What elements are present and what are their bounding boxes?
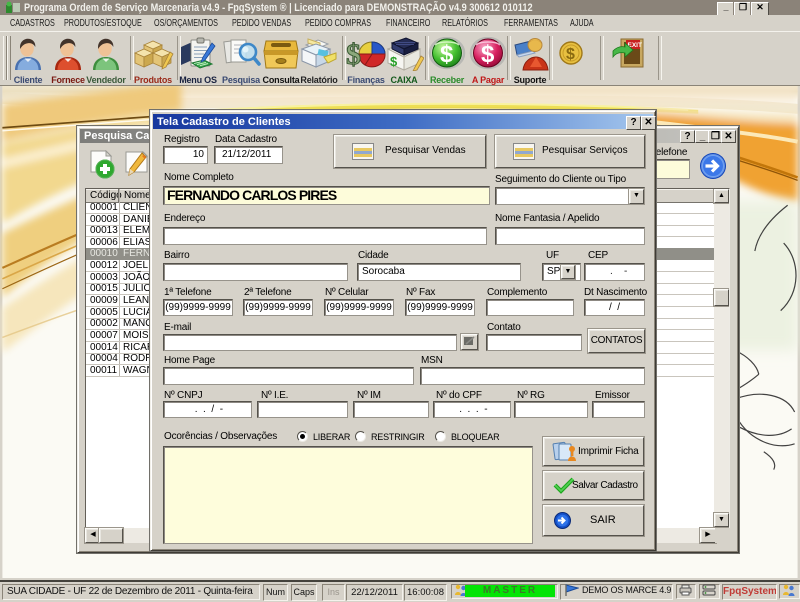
svg-text:$: $ xyxy=(346,38,361,71)
svg-text:$: $ xyxy=(566,46,575,63)
svg-text:$: $ xyxy=(481,41,495,68)
svg-text:$: $ xyxy=(440,41,454,68)
svg-text:$: $ xyxy=(390,54,398,69)
